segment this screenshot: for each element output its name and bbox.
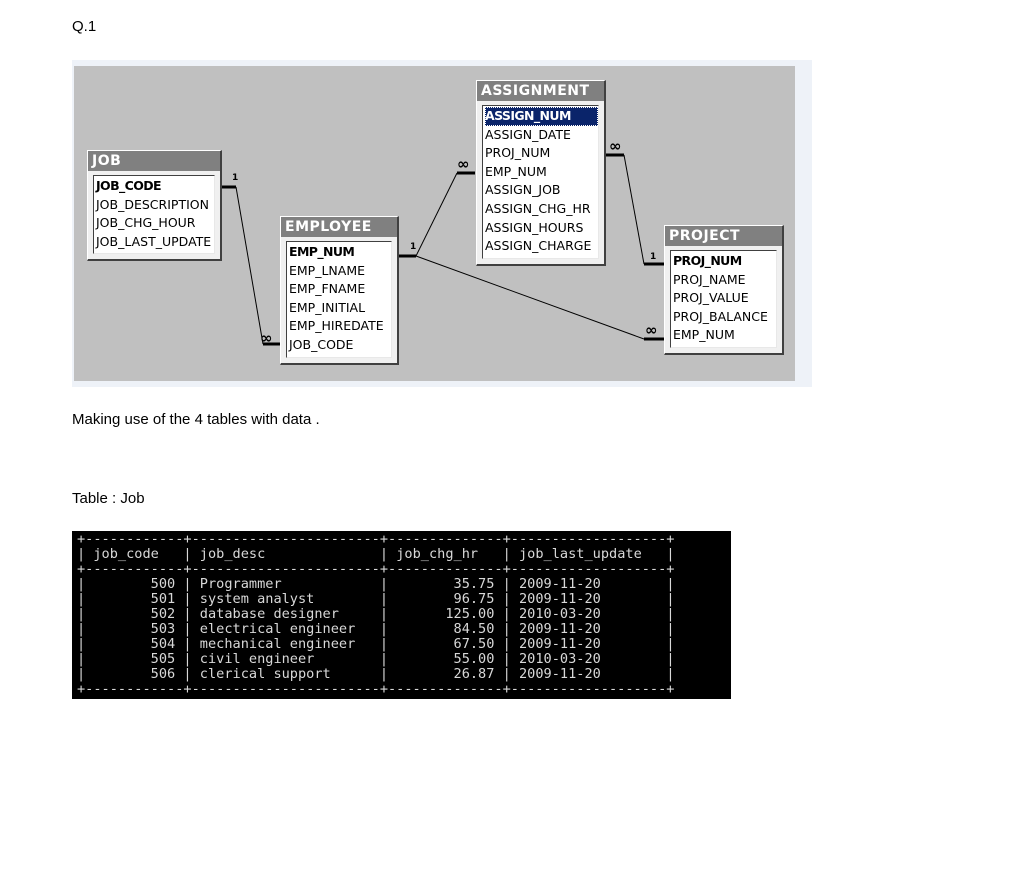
assignment-entity-fields: ASSIGN_NUM ASSIGN_DATE PROJ_NUM EMP_NUM …	[482, 105, 599, 259]
table-cell: 502	[93, 606, 176, 622]
cardinality-one: 1	[410, 242, 417, 252]
employee-entity-fields: EMP_NUM EMP_LNAME EMP_FNAME EMP_INITIAL …	[286, 241, 392, 358]
table-cell: 503	[93, 621, 176, 637]
field-job-code[interactable]: JOB_CODE	[96, 177, 214, 196]
table-cell: 2010-03-20	[519, 651, 659, 667]
field-emp-hiredate[interactable]: EMP_HIREDATE	[289, 317, 391, 336]
table-cell: 505	[93, 651, 176, 667]
cardinality-one: 1	[232, 173, 239, 183]
table-cell: 2009-11-20	[519, 636, 659, 652]
table-cell: 2009-11-20	[519, 576, 659, 592]
table-cell: 2010-03-20	[519, 606, 659, 622]
job-entity-fields: JOB_CODE JOB_DESCRIPTION JOB_CHG_HOUR JO…	[93, 175, 215, 255]
employee-entity-title: EMPLOYEE	[281, 217, 397, 237]
table-cell: system analyst	[199, 591, 372, 607]
table-row: | 502 | database designer | 125.00 | 201…	[77, 606, 675, 622]
field-proj-name[interactable]: PROJ_NAME	[673, 271, 776, 290]
table-cell: 55.00	[396, 651, 495, 667]
table-cell: 506	[93, 666, 176, 682]
table-cell: mechanical engineer	[199, 636, 372, 652]
field-assign-hours[interactable]: ASSIGN_HOURS	[485, 219, 598, 238]
field-job-chg-hour[interactable]: JOB_CHG_HOUR	[96, 214, 214, 233]
field-proj-num[interactable]: PROJ_NUM	[673, 252, 776, 271]
table-row: | 501 | system analyst | 96.75 | 2009-11…	[77, 591, 675, 607]
job-table-console: +------------+-----------------------+--…	[72, 531, 731, 699]
table-cell: database designer	[199, 606, 372, 622]
assignment-entity-title: ASSIGNMENT	[477, 81, 604, 101]
assignment-entity[interactable]: ASSIGNMENT ASSIGN_NUM ASSIGN_DATE PROJ_N…	[476, 80, 606, 266]
employee-entity[interactable]: EMPLOYEE EMP_NUM EMP_LNAME EMP_FNAME EMP…	[280, 216, 399, 365]
table-cell: clerical support	[199, 666, 372, 682]
field-assign-job[interactable]: ASSIGN_JOB	[485, 181, 598, 200]
cardinality-many: ∞	[609, 137, 621, 155]
field-job-last-update[interactable]: JOB_LAST_UPDATE	[96, 233, 214, 252]
field-assign-num[interactable]: ASSIGN_NUM	[485, 107, 598, 126]
table-row: | 506 | clerical support | 26.87 | 2009-…	[77, 666, 675, 682]
field-job-description[interactable]: JOB_DESCRIPTION	[96, 196, 214, 215]
column-header: job_code	[93, 546, 176, 562]
field-emp-lname[interactable]: EMP_LNAME	[289, 262, 391, 281]
field-proj-value[interactable]: PROJ_VALUE	[673, 289, 776, 308]
project-entity-fields: PROJ_NUM PROJ_NAME PROJ_VALUE PROJ_BALAN…	[670, 250, 777, 348]
table-caption: Table : Job	[72, 490, 145, 507]
field-assign-charge[interactable]: ASSIGN_CHARGE	[485, 237, 598, 256]
project-entity[interactable]: PROJECT PROJ_NUM PROJ_NAME PROJ_VALUE PR…	[664, 225, 784, 355]
rel-employee-project	[415, 255, 645, 340]
project-entity-title: PROJECT	[665, 226, 782, 246]
table-cell: 2009-11-20	[519, 666, 659, 682]
table-row: | 504 | mechanical engineer | 67.50 | 20…	[77, 636, 675, 652]
cardinality-many: ∞	[645, 321, 657, 339]
question-label: Q.1	[72, 18, 97, 35]
table-cell: 125.00	[396, 606, 495, 622]
table-cell: 26.87	[396, 666, 495, 682]
table-cell: 501	[93, 591, 176, 607]
er-diagram-canvas: 1 ∞ 1 ∞ ∞ 1 ∞ JOB JOB_CODE JOB_DESCRIPTI…	[74, 66, 795, 381]
field-job-code[interactable]: JOB_CODE	[289, 336, 391, 355]
table-cell: civil engineer	[199, 651, 372, 667]
table-cell: 96.75	[396, 591, 495, 607]
field-emp-num[interactable]: EMP_NUM	[289, 243, 391, 262]
table-cell: Programmer	[199, 576, 372, 592]
table-row: | 500 | Programmer | 35.75 | 2009-11-20 …	[77, 576, 675, 592]
table-cell: 2009-11-20	[519, 591, 659, 607]
field-assign-chg-hr[interactable]: ASSIGN_CHG_HR	[485, 200, 598, 219]
field-emp-num[interactable]: EMP_NUM	[485, 163, 598, 182]
field-emp-initial[interactable]: EMP_INITIAL	[289, 299, 391, 318]
field-assign-date[interactable]: ASSIGN_DATE	[485, 126, 598, 145]
intro-text: Making use of the 4 tables with data .	[72, 411, 320, 428]
column-header: job_chg_hr	[396, 546, 495, 562]
table-cell: electrical engineer	[199, 621, 372, 637]
cardinality-many: ∞	[457, 155, 469, 173]
table-row: | 503 | electrical engineer | 84.50 | 20…	[77, 621, 675, 637]
field-emp-fname[interactable]: EMP_FNAME	[289, 280, 391, 299]
job-entity[interactable]: JOB JOB_CODE JOB_DESCRIPTION JOB_CHG_HOU…	[87, 150, 222, 262]
field-proj-num[interactable]: PROJ_NUM	[485, 144, 598, 163]
job-table-output: +------------+-----------------------+--…	[77, 531, 675, 697]
cardinality-one: 1	[650, 252, 657, 262]
table-cell: 67.50	[396, 636, 495, 652]
column-header: job_desc	[199, 546, 372, 562]
cardinality-many: ∞	[260, 329, 272, 347]
table-cell: 35.75	[396, 576, 495, 592]
table-cell: 504	[93, 636, 176, 652]
field-emp-num[interactable]: EMP_NUM	[673, 326, 776, 345]
field-proj-balance[interactable]: PROJ_BALANCE	[673, 308, 776, 327]
job-entity-title: JOB	[88, 151, 220, 171]
column-header: job_last_update	[519, 546, 659, 562]
table-cell: 84.50	[396, 621, 495, 637]
er-diagram: 1 ∞ 1 ∞ ∞ 1 ∞ JOB JOB_CODE JOB_DESCRIPTI…	[72, 60, 812, 387]
table-cell: 500	[93, 576, 176, 592]
table-cell: 2009-11-20	[519, 621, 659, 637]
table-row: | 505 | civil engineer | 55.00 | 2010-03…	[77, 651, 675, 667]
